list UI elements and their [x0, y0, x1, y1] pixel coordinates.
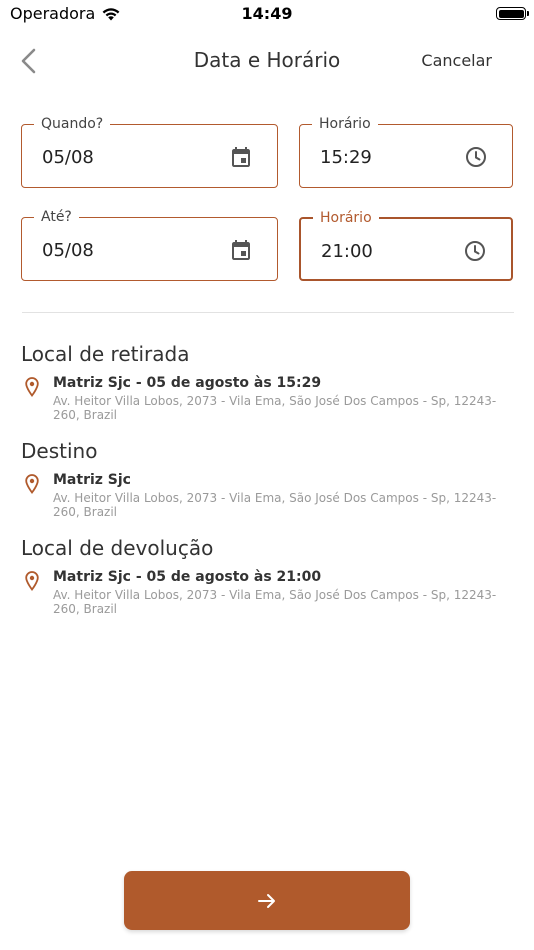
location-pin-icon [25, 474, 39, 494]
return-section-title: Local de devolução [21, 536, 214, 560]
start-time-label: Horário [312, 115, 378, 133]
return-location[interactable]: Matriz Sjc - 05 de agosto às 21:00 Av. H… [21, 569, 516, 616]
start-date-field[interactable]: Quando? 05/08 [21, 115, 278, 188]
end-date-field[interactable]: Até? 05/08 [21, 208, 278, 281]
status-bar: Operadora 14:49 [0, 0, 534, 28]
navigation-bar: Data e Horário Cancelar [0, 36, 534, 86]
end-time-label: Horário [313, 209, 379, 227]
calendar-icon[interactable] [229, 238, 253, 262]
start-time-value: 15:29 [320, 147, 372, 168]
start-date-value: 05/08 [42, 147, 94, 168]
arrow-right-icon [258, 893, 275, 908]
destination-location-address: Av. Heitor Villa Lobos, 2073 - Vila Ema,… [53, 491, 497, 519]
end-time-field[interactable]: Horário 21:00 [299, 209, 513, 281]
start-date-label: Quando? [34, 115, 111, 133]
location-pin-icon [25, 571, 39, 591]
end-date-value: 05/08 [42, 240, 94, 261]
destination-section-title: Destino [21, 439, 98, 463]
end-time-value: 21:00 [321, 241, 373, 262]
return-location-name: Matriz Sjc - 05 de agosto às 21:00 [53, 569, 322, 585]
divider [22, 312, 514, 313]
battery-icon [496, 7, 529, 20]
cancel-button[interactable]: Cancelar [421, 51, 492, 70]
start-time-field[interactable]: Horário 15:29 [299, 115, 513, 188]
clock-icon[interactable] [464, 145, 488, 169]
calendar-icon[interactable] [229, 145, 253, 169]
destination-location-name: Matriz Sjc [53, 472, 131, 488]
pickup-section-title: Local de retirada [21, 342, 190, 366]
end-date-label: Até? [34, 208, 79, 226]
pickup-location[interactable]: Matriz Sjc - 05 de agosto às 15:29 Av. H… [21, 375, 516, 422]
pickup-location-address: Av. Heitor Villa Lobos, 2073 - Vila Ema,… [53, 394, 497, 422]
status-time: 14:49 [241, 4, 293, 23]
destination-location[interactable]: Matriz Sjc Av. Heitor Villa Lobos, 2073 … [21, 472, 516, 519]
next-button[interactable] [124, 871, 410, 930]
clock-icon[interactable] [463, 239, 487, 263]
pickup-location-name: Matriz Sjc - 05 de agosto às 15:29 [53, 375, 322, 391]
location-pin-icon [25, 377, 39, 397]
return-location-address: Av. Heitor Villa Lobos, 2073 - Vila Ema,… [53, 588, 497, 616]
